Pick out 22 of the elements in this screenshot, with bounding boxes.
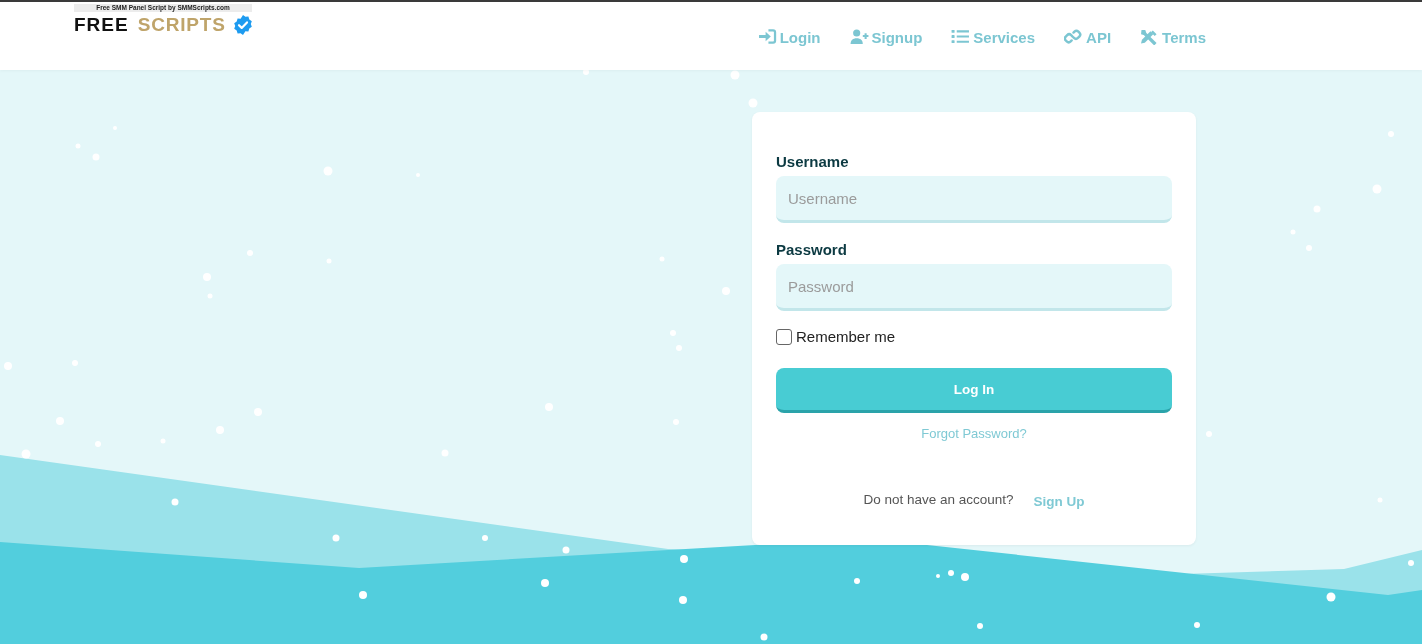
nav-link[interactable]: Login xyxy=(757,28,821,46)
nav-link[interactable]: API xyxy=(1064,28,1112,46)
field-label: Username xyxy=(776,152,850,172)
remember-label: Remember me xyxy=(796,327,896,347)
logo-text: SCRIPTS xyxy=(137,13,226,37)
text-input[interactable]: Username xyxy=(776,176,1172,223)
nav-link[interactable]: Services xyxy=(951,28,1036,46)
register-link[interactable]: Sign Up xyxy=(1033,494,1085,509)
nav-link[interactable]: Signup xyxy=(849,28,923,46)
login-button[interactable]: Log In xyxy=(776,368,1172,413)
forgot-password-link[interactable]: Forgot Password? xyxy=(921,426,1027,442)
remember-checkbox[interactable] xyxy=(776,329,792,345)
link-icon xyxy=(1064,29,1084,45)
list-icon xyxy=(951,29,971,45)
nav-link[interactable]: Terms xyxy=(1140,28,1206,46)
account-prompt: Do not have an account? xyxy=(863,491,1014,509)
text-input[interactable]: Password xyxy=(776,264,1172,311)
sign-in-icon xyxy=(757,29,777,45)
user-plus-icon xyxy=(849,29,869,45)
field-label: Password xyxy=(776,240,848,260)
logo-text: FREE xyxy=(74,13,129,37)
verified-badge-icon xyxy=(232,15,253,35)
